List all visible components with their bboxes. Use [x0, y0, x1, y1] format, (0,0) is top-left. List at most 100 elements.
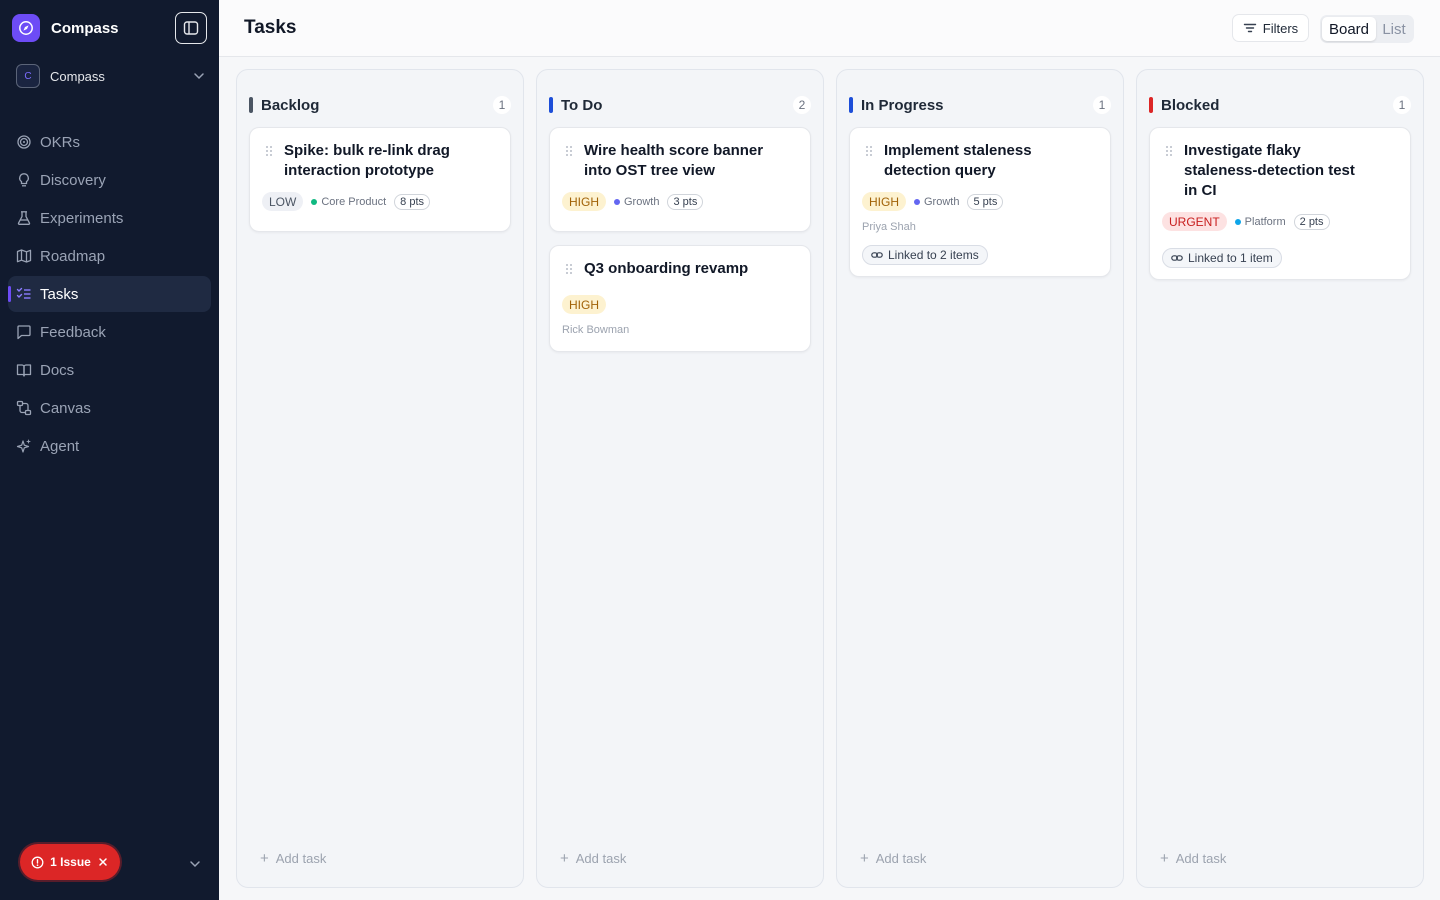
team-name: Platform [1244, 215, 1286, 228]
team-dot [311, 198, 318, 205]
task-meta: URGENT Platform 2 pts [1162, 212, 1330, 231]
view-board-button[interactable]: Board [1322, 17, 1376, 41]
task-meta: HIGH Growth 5 pts [862, 192, 1004, 211]
sidebar-item-label: Feedback [40, 323, 106, 341]
team-tag: Growth [914, 196, 959, 208]
column-header: To Do 2 [549, 95, 811, 115]
sidebar-item-label: Roadmap [40, 247, 106, 265]
issues-label: 1 Issue [50, 855, 91, 869]
column-color-bar [849, 97, 853, 113]
priority-badge: LOW [262, 192, 304, 211]
column-color-bar [249, 97, 253, 113]
linked-items-badge[interactable]: Linked to 2 items [862, 245, 988, 265]
drag-handle-icon[interactable] [865, 145, 873, 157]
close-icon[interactable] [97, 856, 109, 868]
issues-badge[interactable]: 1 Issue [20, 844, 120, 880]
sidebar-item-discovery[interactable]: Discovery [8, 162, 211, 198]
priority-badge: HIGH [862, 192, 906, 211]
drag-handle-icon[interactable] [1165, 145, 1173, 157]
sidebar: Compass C Compass OKRs Discovery Experim… [0, 0, 219, 900]
filters-button[interactable]: Filters [1232, 14, 1309, 42]
sidebar-item-tasks[interactable]: Tasks [8, 276, 211, 312]
book-icon [16, 362, 32, 378]
task-title: Spike: bulk re-link drag interaction pro… [284, 142, 450, 179]
plus-icon: + [1160, 850, 1169, 867]
add-task-button[interactable]: + Add task [560, 851, 626, 866]
filter-lines-icon [1243, 23, 1256, 33]
points-badge: 3 pts [667, 193, 704, 210]
lightbulb-icon [16, 172, 32, 188]
task-meta: HIGH Growth 3 pts [562, 192, 704, 211]
sidebar-toggle-button[interactable] [175, 12, 207, 44]
sidebar-item-feedback[interactable]: Feedback [8, 314, 211, 350]
linked-items-badge[interactable]: Linked to 1 item [1162, 248, 1282, 268]
linked-items-label: Linked to 2 items [888, 248, 979, 262]
priority-badge: HIGH [562, 295, 606, 314]
sidebar-item-agent[interactable]: Agent [8, 428, 211, 464]
sidebar-item-label: Agent [40, 437, 80, 455]
sidebar-item-experiments[interactable]: Experiments [8, 200, 211, 236]
view-toggle: Board List [1320, 15, 1414, 43]
add-task-label: Add task [275, 851, 327, 866]
task-card[interactable]: Q3 onboarding revamp HIGH Rick Bowman [549, 245, 811, 352]
team-name: Core Product [321, 195, 387, 208]
workflow-icon [16, 400, 32, 416]
message-icon [16, 324, 32, 340]
workspace-avatar: C [16, 64, 40, 88]
plus-icon: + [860, 850, 869, 867]
sidebar-item-label: Canvas [40, 399, 91, 417]
team-tag: Platform [1234, 215, 1286, 228]
view-list-button[interactable]: List [1376, 17, 1412, 41]
plus-icon: + [260, 850, 269, 867]
task-card[interactable]: Implement staleness detection query HIGH… [849, 127, 1111, 277]
sidebar-item-roadmap[interactable]: Roadmap [8, 238, 211, 274]
column-color-bar [549, 97, 553, 113]
sidebar-item-canvas[interactable]: Canvas [8, 390, 211, 426]
checklist-icon [16, 286, 32, 302]
task-card[interactable]: Investigate flaky staleness-detection te… [1149, 127, 1411, 280]
brand[interactable]: Compass [12, 14, 119, 42]
flask-icon [16, 210, 32, 226]
column-title: To Do [561, 96, 603, 114]
page-title: Tasks [244, 17, 297, 38]
points-badge: 8 pts [394, 193, 431, 210]
sidebar-item-label: Experiments [40, 209, 124, 227]
task-meta: LOW Core Product 8 pts [262, 192, 431, 211]
workspace-switcher[interactable]: C Compass [16, 63, 206, 89]
drag-handle-icon[interactable] [265, 145, 273, 157]
column-header: Blocked 1 [1149, 95, 1411, 115]
add-task-button[interactable]: + Add task [860, 851, 926, 866]
sidebar-nav: OKRs Discovery Experiments Roadmap Tasks… [8, 124, 211, 466]
points-badge: 2 pts [1293, 213, 1330, 230]
task-assignee: Rick Bowman [562, 324, 630, 336]
task-card[interactable]: Spike: bulk re-link drag interaction pro… [249, 127, 511, 232]
column-title: Backlog [261, 96, 320, 114]
add-task-button[interactable]: + Add task [260, 851, 326, 866]
drag-handle-icon[interactable] [565, 263, 573, 275]
priority-badge: HIGH [562, 192, 606, 211]
chevron-down-icon [194, 73, 204, 80]
task-title: Wire health score banner into OST tree v… [584, 142, 764, 179]
add-task-label: Add task [1175, 851, 1227, 866]
linked-items-label: Linked to 1 item [1188, 251, 1273, 265]
team-tag: Growth [614, 196, 659, 208]
add-task-button[interactable]: + Add task [1160, 851, 1226, 866]
drag-handle-icon[interactable] [565, 145, 573, 157]
team-name: Growth [624, 195, 660, 208]
column-title: In Progress [861, 96, 944, 114]
board-column-blocked: Blocked 1 Investigate flaky staleness-de… [1136, 69, 1424, 888]
chevron-down-icon[interactable] [188, 857, 202, 871]
sidebar-item-label: Docs [40, 361, 75, 379]
sidebar-item-docs[interactable]: Docs [8, 352, 211, 388]
map-icon [16, 248, 32, 264]
task-card[interactable]: Wire health score banner into OST tree v… [549, 127, 811, 232]
panel-left-icon [183, 21, 199, 35]
task-assignee: Priya Shah [862, 221, 916, 233]
target-icon [16, 134, 32, 150]
app-name: Compass [51, 19, 119, 37]
alert-circle-icon [31, 856, 44, 868]
sidebar-item-label: OKRs [40, 133, 81, 151]
plus-icon: + [560, 850, 569, 867]
sidebar-item-okrs[interactable]: OKRs [8, 124, 211, 160]
sidebar-item-label: Tasks [40, 285, 79, 303]
